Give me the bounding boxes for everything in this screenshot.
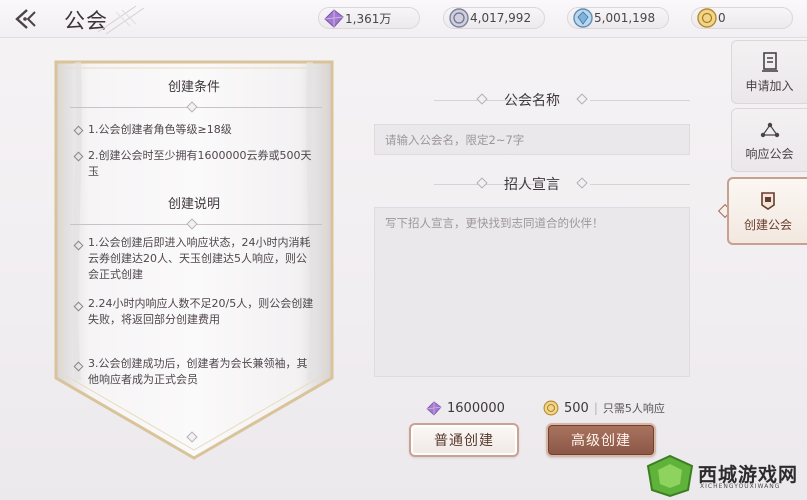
network-icon xyxy=(759,119,781,141)
currency-gem[interactable]: 5,001,198 xyxy=(567,7,669,29)
normal-cost-amount: 1600000 xyxy=(447,400,505,416)
condition-item: 1.公会创建者角色等级≥18级 xyxy=(88,123,232,136)
guild-name-label: 公会名称 xyxy=(504,93,560,109)
declaration-header: 招人宣言 xyxy=(374,173,690,195)
site-watermark: 西城游戏网 XICHENGYOUXIWANG xyxy=(640,452,807,500)
tab-apply-join[interactable]: 申请加入 xyxy=(731,40,807,104)
diamond-ornament xyxy=(576,93,588,105)
back-arrow-icon xyxy=(15,9,36,29)
currency-value: 5,001,198 xyxy=(594,11,656,25)
normal-cost: 1600000 xyxy=(424,398,505,418)
currency-silver[interactable]: 4,017,992 xyxy=(443,7,545,29)
currency-gold[interactable]: 0 xyxy=(691,7,793,29)
blue-gem-icon xyxy=(573,8,593,28)
top-bar: 公会 1,361万 4,017,992 5,001,198 0 xyxy=(0,0,807,38)
advanced-cost: 500 | 只需5人响应 xyxy=(541,398,665,418)
rules-title: 创建说明 xyxy=(167,197,220,212)
gold-coin-icon xyxy=(543,400,559,416)
currency-crystal[interactable]: 1,361万 xyxy=(318,7,420,29)
divider xyxy=(590,100,690,101)
diamond-ornament xyxy=(476,177,488,189)
declaration-label: 招人宣言 xyxy=(504,177,560,193)
tab-label: 申请加入 xyxy=(745,78,794,93)
gold-coin-icon xyxy=(697,8,717,28)
watermark-logo-icon xyxy=(646,454,694,498)
tab-respond-guild[interactable]: 响应公会 xyxy=(731,108,807,172)
declaration-textarea[interactable] xyxy=(374,207,690,377)
silver-coin-icon xyxy=(449,8,469,28)
advanced-cost-note: 只需5人响应 xyxy=(602,402,665,415)
watermark-subtext: XICHENGYOUXIWANG xyxy=(700,483,781,490)
currency-value: 4,017,992 xyxy=(470,11,532,25)
guild-name-header: 公会名称 xyxy=(374,89,690,111)
guild-name-input[interactable] xyxy=(374,124,690,155)
currency-value: 1,361万 xyxy=(345,11,392,26)
diamond-ornament xyxy=(576,177,588,189)
advanced-cost-amount: 500 xyxy=(564,400,589,416)
purple-crystal-icon xyxy=(324,9,344,28)
condition-item: 2.创建公会时至少拥有1600000云券或500天玉 xyxy=(88,149,312,178)
rule-item: 1.公会创建后即进入响应状态，24小时内消耗云券创建达20人、天玉创建达5人响应… xyxy=(88,236,311,281)
document-icon xyxy=(759,51,781,73)
tab-label: 创建公会 xyxy=(743,217,792,232)
title-decoration-icon xyxy=(97,5,145,35)
tab-create-guild[interactable]: 创建公会 xyxy=(727,177,807,245)
divider xyxy=(590,184,690,185)
back-button[interactable] xyxy=(12,6,44,32)
normal-create-button[interactable]: 普通创建 xyxy=(409,423,519,457)
rule-item: 3.公会创建成功后，创建者为会长兼领袖，其他响应者成为正式会员 xyxy=(88,357,308,386)
banner-flag-icon xyxy=(757,190,779,212)
guild-rules-banner: 创建条件 1.公会创建者角色等级≥18级 2.创建公会时至少拥有1600000云… xyxy=(48,60,340,460)
diamond-ornament xyxy=(476,93,488,105)
tab-label: 响应公会 xyxy=(745,146,794,161)
rule-item: 2.24小时内响应人数不足20/5人，则公会创建失败，将返回部分创建费用 xyxy=(88,297,314,326)
conditions-title: 创建条件 xyxy=(167,80,220,95)
separator: | xyxy=(593,401,598,415)
purple-crystal-icon xyxy=(426,401,442,416)
